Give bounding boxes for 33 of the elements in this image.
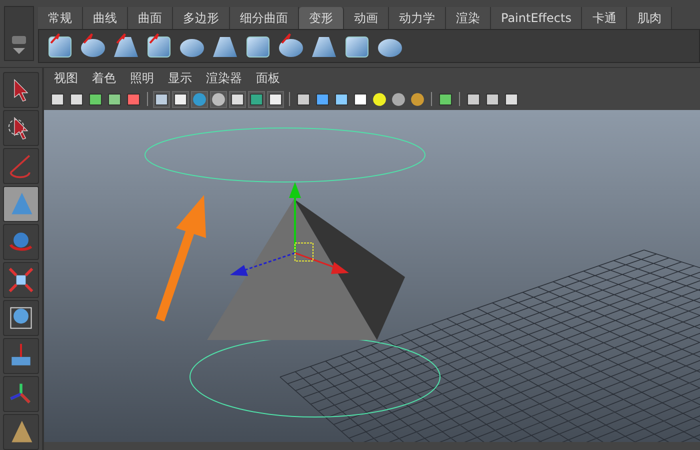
tool-button[interactable]	[3, 72, 39, 108]
shelf-tab[interactable]: 曲面	[128, 7, 173, 29]
shelf-tab[interactable]: 动画	[344, 7, 389, 29]
panel-menu[interactable]: 面板	[256, 70, 280, 86]
tool-button[interactable]	[3, 300, 39, 336]
shelf-tab[interactable]: 变形	[299, 7, 344, 29]
panel-menu[interactable]: 视图	[54, 70, 78, 86]
shelf-tab[interactable]: 细分曲面	[230, 7, 299, 29]
3d-viewport[interactable]	[44, 110, 700, 442]
panel-menu[interactable]: 显示	[168, 70, 192, 86]
shelf-tab[interactable]: 卡通	[582, 7, 628, 29]
shelf-tab[interactable]: 动力学	[389, 7, 446, 29]
shelf-tab[interactable]: 渲染	[446, 7, 491, 29]
tool-button[interactable]	[3, 186, 39, 222]
shelf-tab[interactable]: 曲线	[83, 7, 128, 29]
shelf-tab[interactable]: 常规	[38, 7, 83, 29]
scale-icon	[7, 266, 35, 294]
circle-icon[interactable]	[211, 92, 226, 106]
shelf-tab[interactable]: 多边形	[173, 7, 230, 29]
panel-menu[interactable]: 着色	[92, 70, 116, 86]
shelf-tab[interactable]: 肌肉	[627, 7, 672, 29]
sphere-icon[interactable]	[410, 92, 425, 106]
light-icon[interactable]	[372, 92, 387, 106]
shelf-tab[interactable]: PaintEffects	[491, 7, 582, 29]
tool-button[interactable]	[3, 262, 39, 298]
tool-button[interactable]	[3, 338, 39, 374]
panel-menu[interactable]: 渲染器	[206, 70, 242, 86]
tool-button[interactable]	[3, 110, 39, 146]
shelf-handle[interactable]	[4, 6, 34, 61]
panel-menu[interactable]: 照明	[130, 70, 154, 86]
tool-button[interactable]	[3, 414, 39, 450]
tool-button[interactable]	[3, 376, 39, 412]
sphere-icon[interactable]	[391, 92, 406, 106]
